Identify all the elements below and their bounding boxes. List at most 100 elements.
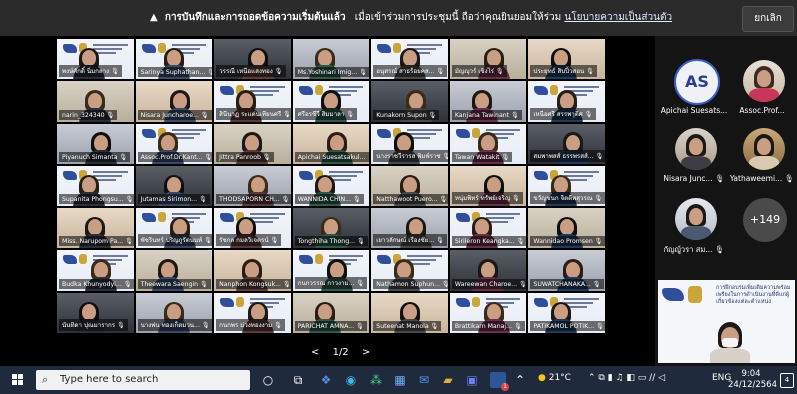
participant-tile[interactable]: Apichai Suesatsakul...🎙 bbox=[292, 123, 370, 164]
microphone-icon: 🎙 bbox=[501, 153, 510, 161]
more-participants[interactable]: +149 bbox=[727, 194, 797, 256]
participant-tile[interactable]: ศรีอรชีวี สิมมาลา 🎙 bbox=[292, 81, 370, 122]
participant-tile[interactable]: narin_324340 🎙 bbox=[57, 81, 134, 122]
participant-tile[interactable]: มัญญุวร์ เชิงไร่ 🎙 bbox=[449, 39, 527, 80]
participant-tile[interactable]: PATIKAMOL POTIK... 🎙 bbox=[528, 292, 605, 333]
next-page-button[interactable]: > bbox=[362, 347, 370, 358]
participant-tile[interactable]: Wareewan Charoe... 🎙 bbox=[449, 250, 527, 291]
notification-center-icon[interactable]: 4 bbox=[780, 373, 794, 388]
crest-logo bbox=[314, 254, 323, 265]
participant-tile[interactable]: Assoc.Prof.Dr.Kant... 🎙 bbox=[135, 123, 213, 164]
participant-tile[interactable]: PARICHAT AMNA... 🎙 bbox=[292, 292, 370, 333]
side-participant-5[interactable]: กัญญ์ุวรา สม... 🎙 bbox=[659, 194, 729, 256]
participant-tile[interactable]: Jutamas Sirimon... 🎙 bbox=[135, 165, 213, 207]
participant-tile[interactable]: ประยุทธ์ สิบปิ้วสอน 🎙 bbox=[528, 39, 605, 80]
participant-tile[interactable]: นางพ่น ทองเก็ตมวน... 🎙 bbox=[135, 292, 213, 333]
participant-tile[interactable]: SUWATCHANAKA... 🎙 bbox=[528, 250, 605, 291]
participant-tile[interactable]: สินีนาฏ ระแด่นเทียนศรี 🎙 bbox=[214, 81, 291, 122]
taskbar-search-input[interactable]: ⌕ Type here to search bbox=[36, 370, 250, 390]
participant-tile[interactable]: พัชรินทร์ ปริญภูรัตนนท์ 🎙 bbox=[135, 208, 213, 249]
calendar-icon[interactable]: ▦ bbox=[392, 372, 408, 388]
participant-tile[interactable]: Wannidao Promsen 🎙 bbox=[528, 208, 605, 249]
participant-name: ศรีอรชีวี สิมมาลา 🎙 bbox=[294, 107, 358, 120]
participant-tile[interactable]: ขวัญชนก จิตตีพสุวรณ 🎙 bbox=[528, 165, 605, 207]
participant-tile[interactable]: Piyanuch Simanta 🎙 bbox=[57, 123, 134, 164]
participant-tile[interactable]: Theewara Saengin 🎙 bbox=[135, 250, 213, 291]
cortana-icon[interactable]: ○ bbox=[260, 372, 276, 388]
side-participant-2[interactable]: Assoc.Prof... bbox=[727, 56, 797, 118]
participant-tile[interactable]: สมพาพสส์ ธรรพรสส์... 🎙 bbox=[528, 123, 605, 164]
participant-tile[interactable]: กนกวรรณ กาวงาม... 🎙 bbox=[292, 250, 370, 291]
participant-tile[interactable]: นันทิดา ปุณมารากร 🎙 bbox=[57, 292, 134, 333]
participant-tile[interactable]: วรรณี เหนือแสงทอง 🎙 bbox=[214, 39, 291, 80]
participant-tile[interactable]: หนุ่มพิทร์ ทรัพย์เจริญ 🎙 bbox=[449, 165, 527, 207]
participant-tile[interactable]: นางราชวีรารส พิมพ์ราช 🎙 bbox=[371, 123, 448, 164]
file-explorer-icon[interactable]: ▰ bbox=[440, 372, 456, 388]
side-participant-1[interactable]: AS Apichai Suesats... bbox=[659, 56, 729, 118]
participant-tile[interactable]: กนกพร ม่วงทองงาม 🎙 bbox=[214, 292, 291, 333]
participant-tile[interactable]: รัชกล กมลวิเจตรน์ 🎙 bbox=[214, 208, 291, 249]
participant-tile[interactable]: WANNIDA CHIN... 🎙 bbox=[292, 165, 370, 207]
word-icon[interactable]: 1 bbox=[490, 372, 509, 391]
mail-icon[interactable]: ✉ bbox=[416, 372, 432, 388]
privacy-policy-link[interactable]: นโยบายความเป็นส่วนตัว bbox=[564, 12, 672, 23]
participant-tile[interactable]: เยาวลักษณ์ เรืองชัย... 🎙 bbox=[371, 208, 448, 249]
side-participant-4[interactable]: Yathaweemi... 🎙 bbox=[727, 124, 797, 186]
weather-widget[interactable]: ● 21°C bbox=[538, 373, 571, 383]
participant-name: กนกวรรณ กาวงาม... 🎙 bbox=[294, 276, 368, 289]
presenter-video[interactable]: การฝึกอบรมเพิ่มเติมความพร้อมเพรียงในการด… bbox=[658, 280, 795, 363]
participant-tile[interactable]: Tongthiha Thong... 🎙 bbox=[292, 208, 370, 249]
previous-page-button[interactable]: < bbox=[311, 347, 319, 358]
side-participant-3[interactable]: Nisara Junc... 🎙 bbox=[659, 124, 729, 186]
participant-tile[interactable]: Budka Khunyodyi... 🎙 bbox=[57, 250, 134, 291]
participant-tile[interactable]: Natthawoot Puero... 🎙 bbox=[371, 165, 448, 207]
microphone-icon: 🎙 bbox=[106, 111, 115, 119]
chevron-up-icon[interactable]: ⌃ bbox=[512, 372, 528, 388]
participant-tile[interactable]: Kanjana Tawinant 🎙 bbox=[449, 81, 527, 122]
participant-face bbox=[565, 134, 580, 151]
microphone-icon: 🎙 bbox=[262, 153, 271, 161]
edge-browser-icon[interactable]: ◉ bbox=[343, 372, 359, 388]
participant-tile[interactable]: อนุสรณ์ สาธร้อยคส... 🎙 bbox=[371, 39, 448, 80]
participant-tile[interactable]: Sirileron Keangka... 🎙 bbox=[449, 208, 527, 249]
participant-name: Natthawoot Puero... 🎙 bbox=[373, 194, 448, 205]
microphone-icon: 🎙 bbox=[442, 152, 448, 160]
participant-tile[interactable]: Suteenat Manola 🎙 bbox=[371, 292, 448, 333]
participant-tile[interactable]: Jittra Panroob 🎙 bbox=[214, 123, 291, 164]
participant-face bbox=[481, 134, 496, 151]
organization-logo bbox=[141, 128, 156, 138]
participant-name: Wareewan Charoe... 🎙 bbox=[451, 278, 527, 289]
organization-logo bbox=[220, 86, 235, 96]
participant-tile[interactable]: THODSAPORN CH... 🎙 bbox=[214, 165, 291, 207]
dismiss-banner-button[interactable]: ยกเลิก bbox=[742, 6, 794, 32]
participant-tile[interactable]: Brattikarn Manaj... 🎙 bbox=[449, 292, 527, 333]
more-participants-button[interactable]: +149 bbox=[743, 198, 787, 242]
participant-tile[interactable]: Nanphon Kongsuk... 🎙 bbox=[214, 250, 291, 291]
task-view-icon[interactable]: ⧉ bbox=[290, 372, 306, 388]
participant-tile[interactable]: Supanita Phongsu... 🎙 bbox=[57, 165, 134, 207]
windows-start-icon[interactable] bbox=[12, 374, 24, 386]
participant-tile[interactable]: Tawan Watakit 🎙 bbox=[449, 123, 527, 164]
weather-app-icon[interactable]: ❖ bbox=[318, 372, 334, 388]
participant-tile[interactable]: Nathamon Suphun... 🎙 bbox=[371, 250, 448, 291]
taskbar-clock[interactable]: 9:04 24/12/2564 bbox=[728, 369, 777, 391]
participant-tile[interactable]: Kunakorn Supon 🎙 bbox=[371, 81, 448, 122]
participant-name-text: Wannidao Promsen bbox=[533, 238, 593, 246]
participant-face bbox=[481, 261, 496, 278]
participant-tile[interactable]: พงษ์ศักดิ์ นิ่มกลาง 🎙 bbox=[57, 39, 134, 80]
participant-tile[interactable]: Nisara Juncharoe... 🎙 bbox=[135, 81, 213, 122]
participant-tile[interactable]: Ms.Yoshinari Imig... 🎙 bbox=[292, 39, 370, 80]
participant-tile[interactable]: เหนือศรี สรรพาุดิศ 🎙 bbox=[528, 81, 605, 122]
store-icon[interactable]: ⁂ bbox=[368, 372, 384, 388]
participant-name: PARICHAT AMNA... 🎙 bbox=[294, 320, 367, 331]
participant-tile[interactable]: Miss. Narupom Pa... 🎙 bbox=[57, 208, 134, 249]
system-tray-icons[interactable]: ⌃ ⧉ ▮ ♫ ◧ ▭ ∕∕ ◁ bbox=[588, 373, 665, 383]
teams-icon[interactable]: ▣ bbox=[464, 372, 480, 388]
organization-logo bbox=[298, 86, 313, 96]
crest-logo bbox=[688, 286, 702, 303]
microphone-icon: 🎙 bbox=[346, 110, 355, 118]
participant-tile[interactable]: Sarinya Suphathan... 🎙 bbox=[135, 39, 213, 80]
organization-logo bbox=[220, 213, 235, 223]
participant-name-text: Ms.Yoshinari Imig... bbox=[297, 69, 358, 77]
participant-name: Kanjana Tawinant 🎙 bbox=[451, 109, 522, 120]
